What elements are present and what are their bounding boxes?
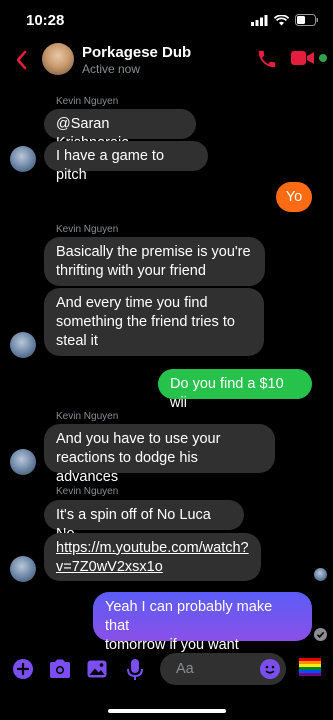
microphone-icon[interactable] [125, 658, 145, 682]
plus-icon[interactable] [12, 658, 34, 680]
camera-icon[interactable] [48, 658, 72, 680]
home-indicator[interactable] [108, 709, 226, 713]
message-text: Yeah I can probably make that [105, 599, 273, 634]
sent-check-icon [314, 628, 327, 641]
sender-name: Kevin Nguyen [56, 486, 119, 497]
message-bubble[interactable]: Yeah I can probably make that tomorrow i… [93, 592, 312, 653]
pride-flag-icon[interactable] [299, 658, 321, 676]
message-input[interactable] [174, 660, 258, 678]
image-icon[interactable] [86, 658, 108, 680]
message-text: reactions to dodge his advances [56, 450, 198, 485]
sender-name: Kevin Nguyen [56, 224, 119, 235]
message-bubble[interactable]: Do you find a $10 wii [158, 369, 312, 411]
emoji-icon[interactable] [260, 659, 280, 679]
video-camera-icon[interactable] [291, 50, 315, 66]
message-bubble[interactable]: @Saran Krishnaraja [44, 109, 196, 151]
message-composer[interactable] [160, 653, 286, 685]
link-text[interactable]: https://m.youtube.com/watch? [56, 539, 249, 558]
message-text: Basically the premise is you're [56, 244, 251, 260]
read-receipt-avatar [314, 568, 327, 581]
message-text: Yo [285, 188, 303, 205]
status-time: 10:28 [26, 12, 65, 29]
message-text: Do you find a $10 wii [170, 375, 284, 411]
status-bar: 10:28 [0, 0, 333, 40]
chat-header: Porkagese Dub Active now [0, 40, 333, 82]
sender-avatar[interactable] [10, 332, 36, 358]
phone-icon[interactable] [256, 48, 278, 70]
message-bubble[interactable]: And every time you find something the fr… [44, 288, 264, 356]
message-bubble[interactable]: And you have to use your reactions to do… [44, 424, 275, 485]
message-bubble[interactable]: Yo [276, 182, 312, 212]
online-indicator [319, 54, 327, 62]
composer-toolbar [0, 650, 333, 690]
message-text: I have a game to pitch [56, 147, 165, 183]
message-text: steal it [56, 333, 98, 349]
message-bubble[interactable]: Basically the premise is you're thriftin… [44, 237, 265, 286]
link-bubble[interactable]: https://m.youtube.com/watch? v=7Z0wV2xsx… [44, 533, 261, 581]
active-status: Active now [82, 62, 141, 76]
message-text: thrifting with your friend [56, 263, 206, 279]
message-text: And every time you find [56, 295, 208, 311]
message-bubble[interactable]: I have a game to pitch [44, 141, 208, 183]
message-bubble[interactable]: It's a spin off of No Luca No [44, 500, 244, 542]
sender-name: Kevin Nguyen [56, 411, 119, 422]
battery-icon [295, 14, 318, 26]
message-text: something the friend tries to [56, 314, 235, 330]
sender-avatar[interactable] [10, 146, 36, 172]
sender-avatar[interactable] [10, 556, 36, 582]
sender-avatar[interactable] [10, 449, 36, 475]
sender-name: Kevin Nguyen [56, 96, 119, 107]
group-avatar[interactable] [42, 43, 74, 75]
link-text[interactable]: v=7Z0wV2xsx1o [56, 558, 249, 577]
back-chevron-icon[interactable] [12, 48, 32, 72]
status-icons [251, 14, 319, 26]
signal-icon [251, 14, 268, 26]
message-text: And you have to use your [56, 431, 221, 447]
wifi-icon [274, 14, 289, 25]
chat-title[interactable]: Porkagese Dub [82, 44, 191, 61]
